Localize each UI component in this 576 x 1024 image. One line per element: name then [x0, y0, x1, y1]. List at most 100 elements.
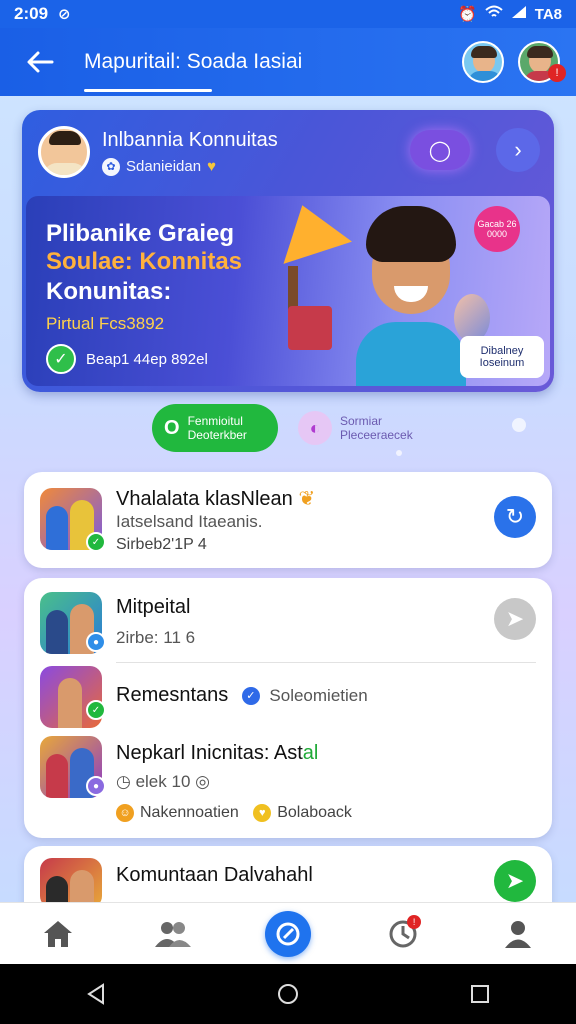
secondary-action-button[interactable]: ◐ Sormiar Pleceeraecek — [298, 404, 424, 452]
heart-icon: ♥ — [207, 158, 216, 175]
refresh-button[interactable]: ↻ — [494, 496, 536, 538]
badge-icon: ✿ — [102, 157, 120, 176]
child-illustration — [356, 206, 466, 386]
heart-icon: ♥ — [253, 804, 272, 822]
list-item-title[interactable]: Nepkarl Inicnitas: Astal — [116, 742, 318, 765]
kite-decoration — [268, 196, 352, 264]
system-navigation — [0, 964, 576, 1024]
banner-tag: Dibalney Ioseinum — [460, 336, 544, 378]
hero-subtitle: ✿ Sdanieidan ♥ — [102, 157, 278, 176]
compose-button[interactable] — [264, 910, 311, 957]
clock-icon: ◷ — [116, 772, 131, 791]
nav-activity[interactable]: ! — [371, 907, 435, 961]
banner-tag-line1: Dibalney — [480, 345, 524, 357]
smile-icon: ☺ — [116, 804, 134, 822]
status-icons: ⏰ TA8 — [458, 5, 562, 24]
send-icon: ➤ — [505, 868, 525, 893]
verified-icon: ✓ — [86, 700, 106, 720]
community-thumbnail — [40, 858, 102, 908]
hero-avatar[interactable] — [38, 126, 90, 178]
list-item-subtitle: Iatselsand Itaeanis. — [116, 512, 263, 531]
list-item-title[interactable]: Remesntans ✓ Soleomietien — [116, 684, 368, 707]
banner-tag-line2: Ioseinum — [479, 357, 525, 369]
triangle-back-icon — [87, 983, 104, 1005]
share-icon: ➤ — [505, 606, 525, 631]
banner-title-line1: Plibanike Graieg — [46, 220, 235, 247]
promo-chip: Gacab 26 0000 — [474, 206, 520, 252]
system-recents-button[interactable] — [450, 969, 510, 1019]
secondary-action-line2: Pleceeraecek — [340, 428, 413, 442]
ring-icon: O — [164, 416, 180, 439]
page-title-text: Mapuritail: Soada Iasiai — [84, 50, 303, 73]
compass-icon: ⊘ — [58, 6, 71, 23]
nav-groups[interactable] — [141, 907, 205, 961]
hero-next-button[interactable]: › — [496, 128, 540, 172]
nav-home[interactable] — [26, 907, 90, 961]
battery-text: TA8 — [534, 5, 562, 23]
check-icon: ✓ — [46, 344, 76, 374]
list-item-title[interactable]: Mitpeital — [116, 596, 190, 619]
square-recents-icon — [471, 985, 489, 1003]
notification-badge: ! — [548, 64, 566, 82]
refresh-icon: ↻ — [505, 504, 525, 529]
status-time: 2:09 — [14, 4, 49, 23]
hero-name: Inlbannia Konnuitas — [102, 128, 278, 151]
list-item-meta: 2irbe: 11 6 — [116, 628, 196, 647]
egg-decoration — [454, 294, 490, 342]
banner-title-line3: Konunitas: — [46, 278, 172, 305]
primary-action-line2: Deoterkber — [187, 428, 247, 442]
action-row: O Fenmioitul Deoterkber ◐ Sormiar Plecee… — [0, 404, 576, 458]
home-icon — [43, 920, 72, 947]
camera-icon: ◎ — [195, 772, 210, 791]
header-avatars — [462, 41, 560, 83]
arrow-left-icon — [27, 51, 54, 73]
send-button[interactable]: ➤ — [494, 860, 536, 902]
avatar-user-1[interactable] — [462, 41, 504, 83]
nav-profile[interactable] — [486, 907, 550, 961]
title-underline — [84, 89, 212, 92]
back-button[interactable] — [12, 34, 68, 90]
signal-icon — [511, 5, 527, 23]
info-icon: ● — [86, 632, 106, 652]
community-card[interactable]: ✓ Vhalalata klasNlean ❦ Iatselsand Itaea… — [24, 472, 552, 568]
sticker-icon: ◐ — [298, 411, 332, 445]
list-item-title: Vhalalata klasNlean ❦ — [116, 488, 316, 510]
app-bar: Mapuritail: Soada Iasiai ! — [0, 28, 576, 96]
banner-check-row: ✓ Beap1 44ep 892el — [46, 344, 208, 374]
list-item-title: Komuntaan Dalvahahl — [116, 864, 313, 886]
status-bar: 2:09 ⊘ ⏰ TA8 — [0, 0, 576, 28]
primary-action-button[interactable]: O Fenmioitul Deoterkber — [152, 404, 278, 452]
banner-check-text: Beap1 44ep 892el — [86, 350, 208, 368]
community-hero-card[interactable]: Inlbannia Konnuitas ✿ Sdanieidan ♥ ◯ › G… — [22, 110, 554, 392]
divider — [116, 662, 536, 663]
community-list-card: ● Mitpeital 2irbe: 11 6 ➤ ✓ Remesntans ✓… — [24, 578, 552, 838]
house-decoration — [288, 306, 332, 350]
glasses-icon: ❦ — [298, 488, 316, 510]
nav-compose[interactable] — [256, 907, 320, 961]
system-home-button[interactable] — [258, 969, 318, 1019]
list-item-subtitle: Soleomietien — [269, 686, 368, 705]
circle-home-icon — [278, 984, 298, 1004]
hero-action-pill[interactable]: ◯ — [410, 130, 470, 170]
chevron-right-icon: › — [514, 137, 522, 162]
verified-icon: ✓ — [86, 532, 106, 552]
banner-points: Pirtual Fcs3892 — [46, 314, 165, 333]
hero-header: Inlbannia Konnuitas ✿ Sdanieidan ♥ — [22, 110, 554, 194]
promo-banner[interactable]: Gacab 26 0000 Dibalney Ioseinum Plibanik… — [26, 196, 550, 386]
verified-icon: ✓ — [241, 686, 260, 705]
list-item-tags: ☺ Nakennoatien ♥ Bolaboack — [116, 804, 352, 822]
system-back-button[interactable] — [66, 969, 126, 1019]
ring-icon: ◯ — [428, 139, 452, 162]
list-item-meta: Sirbeb2'1P 4 — [116, 536, 207, 553]
secondary-action-line1: Sormiar — [340, 414, 383, 428]
banner-title-line2: Soulae: Konnitas — [46, 248, 243, 275]
activity-badge: ! — [407, 914, 422, 929]
alarm-icon: ⏰ — [458, 6, 477, 23]
banner-title: Plibanike Graieg Soulae: Konnitas — [46, 220, 242, 276]
people-icon — [154, 921, 191, 947]
share-button[interactable]: ➤ — [494, 598, 536, 640]
page-title: Mapuritail: Soada Iasiai — [84, 50, 303, 92]
person-icon — [505, 920, 532, 948]
bottom-navigation: ! — [0, 902, 576, 964]
hero-subtitle-text: Sdanieidan — [126, 158, 202, 175]
